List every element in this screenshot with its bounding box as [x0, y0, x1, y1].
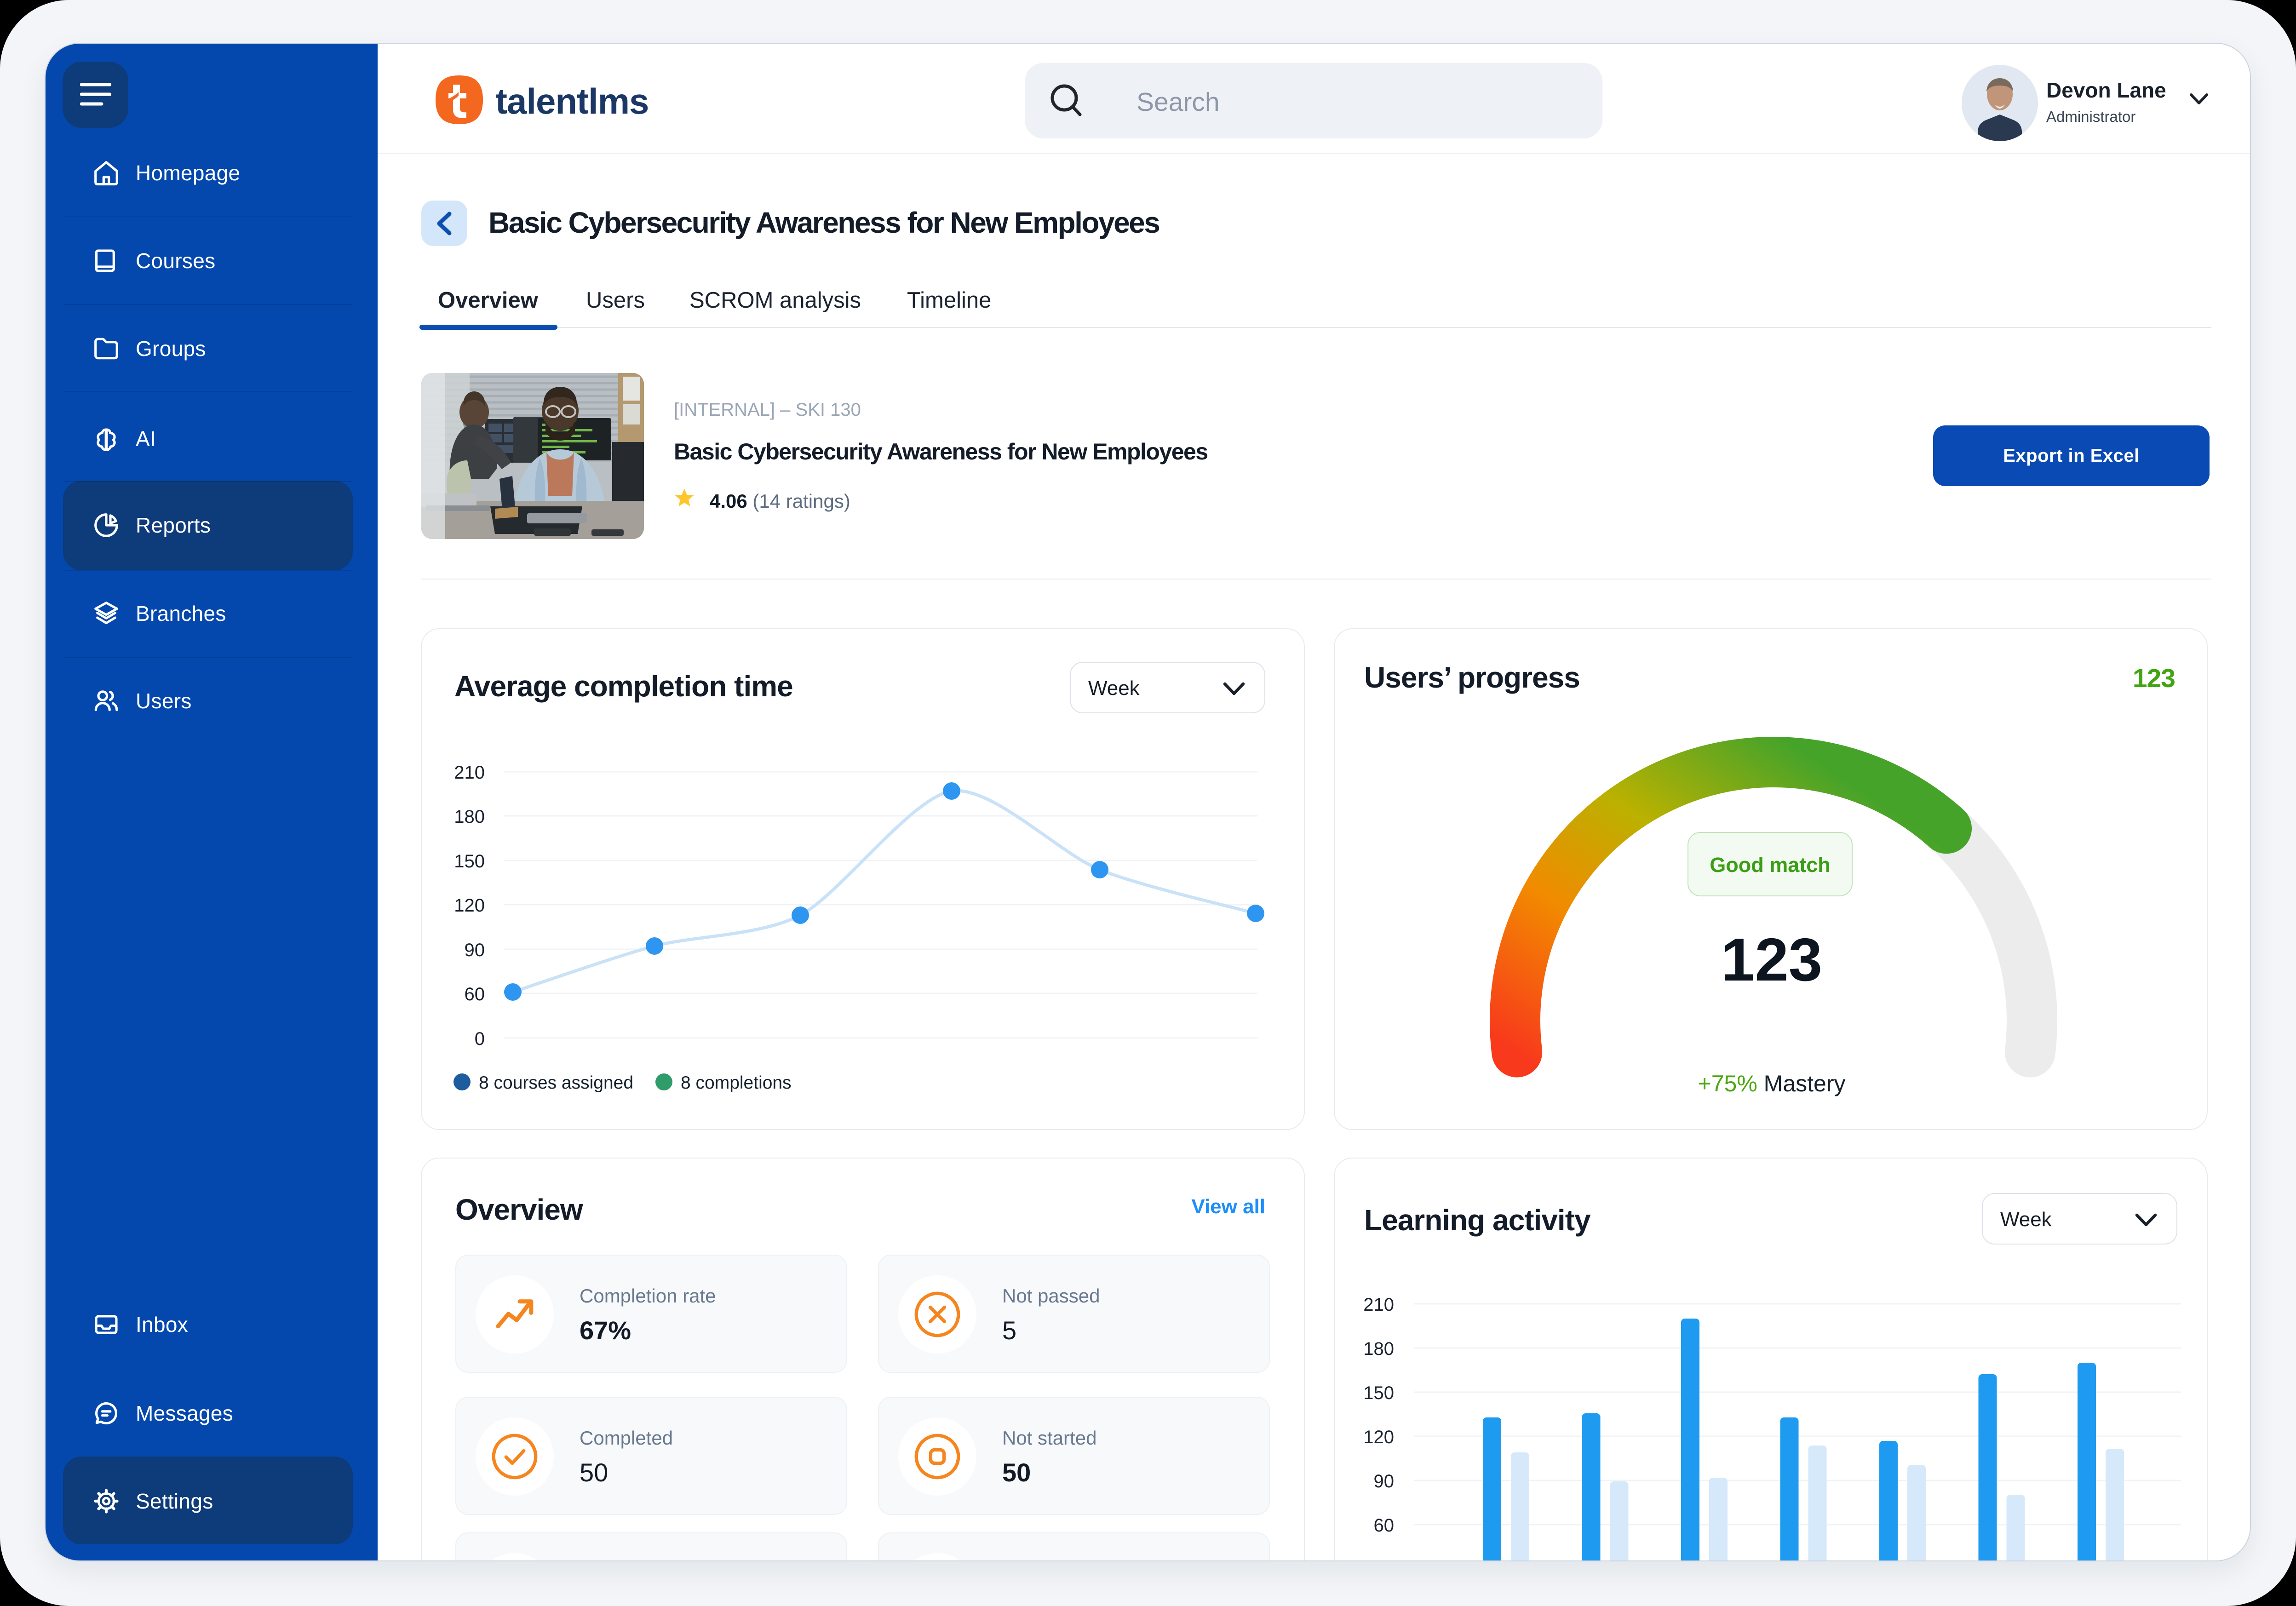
- svg-text:90: 90: [1374, 1471, 1395, 1491]
- svg-text:120: 120: [1363, 1427, 1394, 1447]
- svg-text:180: 180: [454, 807, 485, 827]
- svg-text:0: 0: [475, 1029, 485, 1049]
- svg-text:150: 150: [1363, 1383, 1394, 1403]
- svg-text:120: 120: [454, 895, 485, 916]
- svg-text:180: 180: [1363, 1339, 1394, 1359]
- svg-text:210: 210: [454, 763, 485, 783]
- svg-text:150: 150: [454, 851, 485, 872]
- svg-text:90: 90: [465, 940, 485, 960]
- svg-text:60: 60: [1374, 1515, 1395, 1536]
- svg-text:210: 210: [1363, 1295, 1394, 1315]
- svg-text:0: 0: [1384, 1560, 1394, 1561]
- svg-text:60: 60: [465, 984, 485, 1004]
